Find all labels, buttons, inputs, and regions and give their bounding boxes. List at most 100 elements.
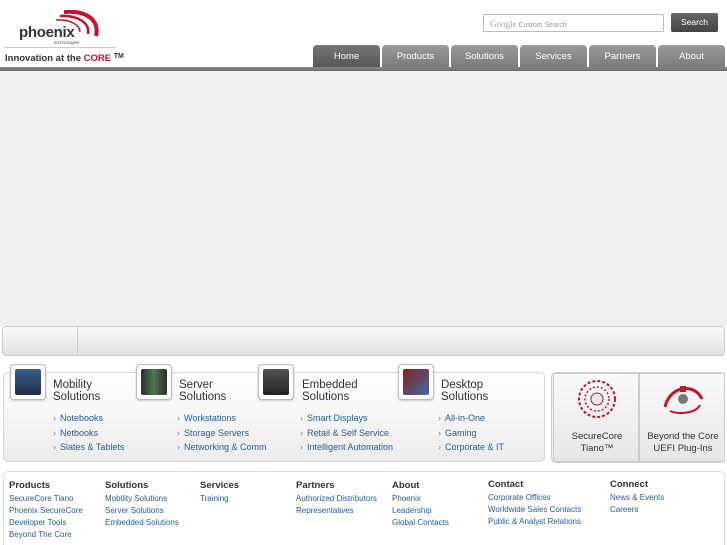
footer-link[interactable]: Authorized Distributors: [296, 493, 377, 505]
chevron-right-icon: ›: [53, 413, 56, 423]
tab-products[interactable]: Products: [382, 45, 449, 68]
link-label: Storage Servers: [184, 428, 250, 438]
link-label: Corporate & IT: [445, 442, 505, 452]
chevron-right-icon: ›: [177, 413, 180, 423]
mobility-title-1[interactable]: Mobility: [53, 379, 92, 391]
mobility-title-2[interactable]: Solutions: [53, 391, 100, 403]
footer-link[interactable]: Phoenix: [392, 493, 449, 505]
phoenix-logo[interactable]: phoenix technologies: [16, 10, 106, 50]
link-intelligent-automation[interactable]: › Intelligent Automation: [300, 442, 393, 452]
link-networking-comm[interactable]: › Networking & Comm: [177, 442, 267, 452]
footer-col-connect: Connect News & Events Careers: [610, 479, 664, 516]
securecore-line1: SecureCore: [571, 431, 623, 442]
footer-col-products: Products SecureCore Tiano Phoenix Secure…: [9, 480, 83, 541]
link-label: Smart Displays: [307, 413, 368, 423]
logo-divider: [4, 47, 116, 48]
footer-link[interactable]: Representatives: [296, 505, 377, 517]
footer-link[interactable]: Server Solutions: [105, 505, 179, 517]
link-slates-tablets[interactable]: › Slates & Tablets: [53, 442, 124, 452]
footer-heading[interactable]: Partners: [296, 480, 377, 491]
embedded-title-1[interactable]: Embedded: [302, 379, 358, 391]
beyond-core-line2: UEFI Plug-Ins: [653, 443, 713, 454]
footer-col-partners: Partners Authorized Distributors Represe…: [296, 480, 377, 517]
chevron-right-icon: ›: [438, 442, 441, 452]
chevron-right-icon: ›: [177, 428, 180, 438]
footer-link[interactable]: Corporate Offices: [488, 492, 581, 504]
beyond-core-promo[interactable]: Beyond the Core UEFI Plug-Ins: [639, 373, 725, 462]
link-smart-displays[interactable]: › Smart Displays: [300, 413, 368, 423]
footer-link[interactable]: Public & Analyst Relations: [488, 516, 581, 528]
footer-col-services: Services Training: [200, 480, 239, 505]
server-icon[interactable]: [136, 364, 172, 400]
footer-heading[interactable]: Connect: [610, 479, 664, 490]
logo-wordmark: phoenix: [19, 24, 75, 41]
link-label: Slates & Tablets: [60, 442, 125, 452]
chip-icon[interactable]: [258, 364, 294, 400]
desktop-title-2[interactable]: Solutions: [441, 391, 488, 403]
chevron-right-icon: ›: [438, 413, 441, 423]
tab-about[interactable]: About: [658, 45, 725, 68]
embedded-title-2[interactable]: Solutions: [302, 391, 349, 403]
tagline: Innovation at the CORE TM: [5, 53, 124, 64]
footer-link[interactable]: Training: [200, 493, 239, 505]
google-brand: Google: [490, 19, 517, 29]
chevron-right-icon: ›: [438, 428, 441, 438]
link-label: All-in-One: [445, 413, 486, 423]
logo-subtext: technologies: [54, 40, 80, 45]
footer-link[interactable]: Phoenix SecureCore: [9, 505, 83, 517]
tab-partners[interactable]: Partners: [589, 45, 656, 68]
footer-link[interactable]: Leadership: [392, 505, 449, 517]
link-workstations[interactable]: › Workstations: [177, 413, 236, 423]
footer-heading[interactable]: Products: [9, 480, 83, 491]
footer-link[interactable]: Worldwide Sales Contacts: [488, 504, 581, 516]
link-gaming[interactable]: › Gaming: [438, 428, 477, 438]
link-corporate-it[interactable]: › Corporate & IT: [438, 442, 504, 452]
footer-link[interactable]: News & Events: [610, 492, 664, 504]
footer-link[interactable]: Embedded Solutions: [105, 517, 179, 529]
link-label: Retail & Self Service: [307, 428, 390, 438]
footer-heading[interactable]: Contact: [488, 479, 581, 490]
search-input[interactable]: Google Custom Search: [483, 14, 664, 32]
securecore-tiano-promo[interactable]: SecureCore Tiano™: [553, 373, 639, 462]
footer-link[interactable]: Mobility Solutions: [105, 493, 179, 505]
footer-link[interactable]: Careers: [610, 504, 664, 516]
tab-solutions[interactable]: Solutions: [451, 45, 518, 68]
chevron-right-icon: ›: [53, 428, 56, 438]
laptop-icon[interactable]: [10, 364, 46, 400]
slider-divider: [77, 327, 78, 355]
footer-link[interactable]: Developer Tools: [9, 517, 83, 529]
desktop-title-1[interactable]: Desktop: [441, 379, 483, 391]
chevron-right-icon: ›: [53, 442, 56, 452]
footer-heading[interactable]: Services: [200, 480, 239, 491]
beyond-core-line1: Beyond the Core: [647, 431, 719, 442]
link-label: Workstations: [184, 413, 236, 423]
monitor-icon[interactable]: [398, 364, 434, 400]
link-notebooks[interactable]: › Notebooks: [53, 413, 103, 423]
chevron-right-icon: ›: [300, 413, 303, 423]
tagline-prefix: Innovation at the: [5, 53, 81, 64]
server-title-2[interactable]: Solutions: [179, 391, 226, 403]
tagline-core: CORE: [83, 53, 112, 64]
footer-col-about: About Phoenix Leadership Global Contacts: [392, 480, 449, 529]
link-label: Networking & Comm: [184, 442, 267, 452]
footer-link[interactable]: Global Contacts: [392, 517, 449, 529]
tagline-tm: TM: [113, 53, 124, 60]
link-netbooks[interactable]: › Netbooks: [53, 428, 98, 438]
footer-heading[interactable]: Solutions: [105, 480, 179, 491]
link-all-in-one[interactable]: › All-in-One: [438, 413, 485, 423]
search-button[interactable]: Search: [671, 13, 718, 32]
hero-slider-bar[interactable]: [2, 326, 725, 356]
footer-heading[interactable]: About: [392, 480, 449, 491]
footer-link[interactable]: SecureCore Tiano: [9, 493, 83, 505]
tab-services[interactable]: Services: [520, 45, 587, 68]
footer-col-contact: Contact Corporate Offices Worldwide Sale…: [488, 479, 581, 528]
securecore-line2: Tiano™: [580, 443, 614, 454]
tab-home[interactable]: Home: [313, 45, 380, 68]
securecore-logo-icon: [578, 380, 616, 418]
server-title-1[interactable]: Server: [179, 379, 213, 391]
link-storage-servers[interactable]: › Storage Servers: [177, 428, 249, 438]
footer-col-solutions: Solutions Mobility Solutions Server Solu…: [105, 480, 179, 529]
main-nav: Home Products Solutions Services Partner…: [313, 45, 725, 68]
footer-link[interactable]: Beyond The Core: [9, 529, 83, 541]
link-retail-self-service[interactable]: › Retail & Self Service: [300, 428, 389, 438]
